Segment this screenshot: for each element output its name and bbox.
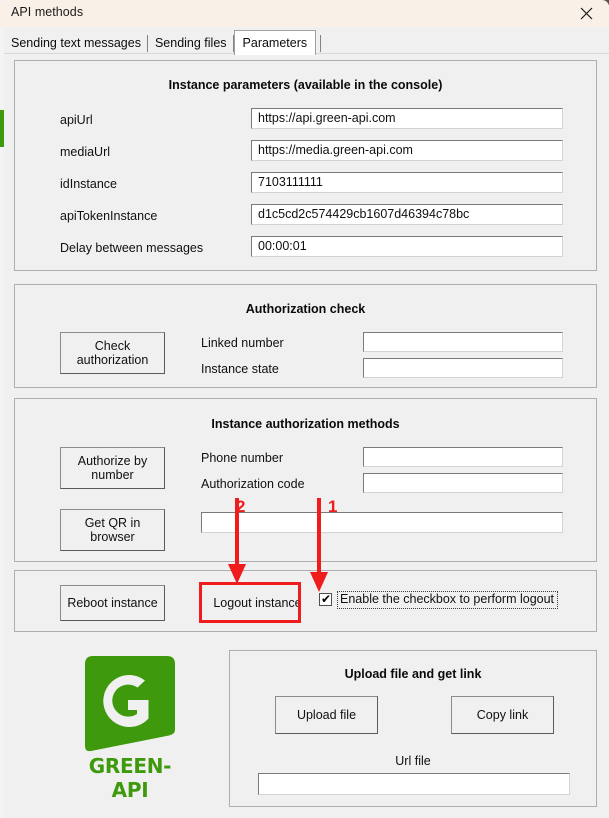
button-label-line2: authorization [76, 353, 149, 367]
authorization-methods-title: Instance authorization methods [211, 417, 400, 431]
input-idinstance[interactable]: 7103111111 [251, 172, 563, 193]
button-label-line2: browser [90, 530, 135, 544]
input-linked-number[interactable] [363, 332, 563, 352]
get-qr-in-browser-button[interactable]: Get QR in browser [60, 509, 165, 551]
input-authorization-code[interactable] [363, 473, 563, 493]
input-mediaurl[interactable]: https://media.green-api.com [251, 140, 563, 161]
green-api-logo: GREEN-API [71, 654, 189, 802]
input-delay-between-messages[interactable]: 00:00:01 [251, 236, 563, 257]
label-url-file: Url file [395, 754, 431, 768]
button-label-line1: Authorize by [77, 453, 148, 468]
button-label: Reboot instance [67, 595, 158, 610]
green-api-wordmark: GREEN-API [88, 754, 172, 802]
check-authorization-button[interactable]: Check authorization [60, 332, 165, 374]
label-apitokeninstance: apiTokenInstance [60, 209, 158, 223]
authorization-methods-group: Instance authorization methods Authorize… [14, 398, 597, 562]
label-apiurl: apiUrl [60, 113, 93, 127]
button-label: Copy link [476, 707, 529, 722]
tab-label: Parameters [242, 36, 308, 50]
close-icon [580, 7, 592, 20]
button-label: Upload file [296, 707, 357, 722]
reboot-instance-button[interactable]: Reboot instance [60, 585, 165, 621]
logout-checkbox-wrapper[interactable]: ✔ Enable the checkbox to perform logout [319, 591, 559, 609]
tab-sending-text-messages[interactable]: Sending text messages [4, 33, 148, 54]
authorize-by-number-button[interactable]: Authorize by number [60, 447, 165, 489]
label-mediaurl: mediaUrl [60, 145, 111, 159]
input-url-file[interactable] [258, 773, 570, 795]
checkmark-icon: ✔ [321, 592, 332, 607]
logout-instance-button[interactable]: Logout instance [205, 585, 310, 621]
instance-parameters-group: Instance parameters (available in the co… [14, 60, 597, 271]
window-title: API methods [11, 5, 84, 19]
tab-label: Sending files [154, 36, 227, 50]
label-phone-number: Phone number [201, 451, 284, 465]
button-label-line1: Check [94, 338, 131, 353]
tab-label: Sending text messages [11, 36, 141, 50]
logout-checkbox[interactable]: ✔ [319, 592, 332, 607]
copy-link-button[interactable]: Copy link [451, 696, 554, 734]
upload-file-group: Upload file and get link Upload file Cop… [229, 650, 597, 807]
button-label-line2: number [91, 468, 134, 482]
logout-checkbox-label: Enable the checkbox to perform logout [337, 591, 559, 609]
parameters-panel: Instance parameters (available in the co… [4, 54, 609, 818]
input-apiurl[interactable]: https://api.green-api.com [251, 108, 563, 129]
button-label-line1: Get QR in [84, 515, 141, 530]
input-apitokeninstance[interactable]: d1c5cd2c574429cb1607d46394c78bc [251, 204, 563, 225]
tab-sending-files[interactable]: Sending files [148, 33, 234, 54]
upload-file-button[interactable]: Upload file [275, 696, 378, 734]
titlebar: API methods [0, 0, 609, 27]
button-label: Logout instance [213, 595, 302, 610]
label-authorization-code: Authorization code [201, 477, 305, 491]
label-idinstance: idInstance [60, 177, 117, 191]
tab-parameters[interactable]: Parameters [233, 30, 317, 55]
input-authorization-wide[interactable] [201, 512, 563, 533]
input-instance-state[interactable] [363, 358, 563, 378]
label-delay-between-messages: Delay between messages [60, 241, 204, 255]
green-api-logo-icon [85, 656, 175, 752]
label-instance-state: Instance state [201, 362, 279, 376]
authorization-check-title: Authorization check [245, 302, 366, 316]
instance-parameters-title: Instance parameters (available in the co… [168, 78, 443, 92]
tab-strip: Sending text messages Sending files Para… [4, 27, 609, 55]
input-phone-number[interactable] [363, 447, 563, 467]
tab-separator [320, 35, 322, 52]
upload-file-title: Upload file and get link [344, 667, 482, 681]
label-linked-number: Linked number [201, 336, 284, 350]
api-methods-window: API methods Sending text messages Sendin… [0, 0, 609, 818]
close-button[interactable] [563, 0, 609, 27]
instance-control-group: Reboot instance Logout instance ✔ Enable… [14, 570, 597, 632]
authorization-check-group: Authorization check Check authorization … [14, 284, 597, 388]
